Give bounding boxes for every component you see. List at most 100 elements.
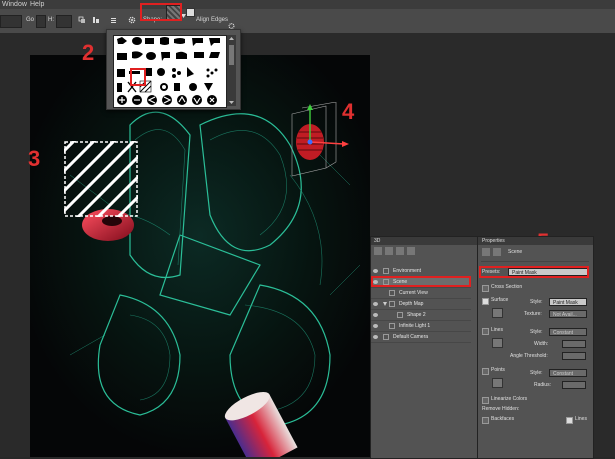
points-checkbox[interactable] [482,368,489,375]
layer-name: Infinite Light 1 [399,323,431,329]
points-style-dropdown[interactable]: Constant [549,369,587,377]
layer-row-shape-2[interactable]: Shape 2 [371,310,471,321]
lines-style-label: Style: [530,329,543,335]
align-edges-label: Align Edges [196,17,229,23]
width-field[interactable] [562,340,586,348]
path-ops-icon[interactable] [78,16,86,24]
path-arrange-icon[interactable] [110,16,118,24]
lights-filter-icon[interactable] [407,247,415,255]
light-icon [389,323,395,329]
mesh-icon [389,301,395,307]
picker-scrollbar[interactable] [227,35,236,106]
materials-filter-icon[interactable] [396,247,404,255]
points-color-swatch[interactable] [492,378,503,388]
panel-3d-tabbar: 3D [371,237,478,245]
menu-bar: Window Help [0,0,615,9]
3d-axis-widget[interactable] [286,102,350,182]
surface-style-dropdown[interactable]: Paint Mask [549,298,587,306]
angle-threshold-field[interactable] [562,352,586,360]
position-field[interactable] [0,15,22,28]
shape-oval-icon [132,37,142,45]
remove-hidden-label: Remove Hidden: [482,406,520,412]
linearize-colors-checkbox[interactable] [482,397,489,404]
layer-name: Environment [393,268,422,274]
surface-style-label: Style: [530,299,543,305]
layer-row-default-camera[interactable]: Default Camera [371,332,471,343]
cross-section-checkbox[interactable] [482,285,489,292]
height-field[interactable] [56,15,72,28]
panel-3d-title[interactable]: 3D [374,237,380,245]
lines-hidden-checkbox[interactable] [566,417,573,424]
go-label: Go [26,17,35,23]
path-align-icon[interactable] [92,16,100,24]
points-style-label: Style: [530,370,543,376]
whole-scene-filter-icon[interactable] [374,247,382,255]
eye-icon[interactable] [373,269,378,273]
camera-icon [383,334,389,340]
camera-icon [389,290,395,296]
layer-row-depth-map[interactable]: Depth Map [371,299,471,310]
picker-gear-icon[interactable] [227,22,236,30]
cross-section-label: Cross Section [491,284,523,290]
radius-field[interactable] [562,381,586,389]
properties-header: Scene [508,249,523,255]
properties-tabbar: Properties [478,237,593,245]
eye-icon[interactable] [373,324,378,328]
backfaces-label: Backfaces [491,416,515,422]
shape-badge-icon [145,38,154,44]
width-label: Width: [534,341,549,347]
speech-bubble-icon [192,38,203,46]
angle-threshold-label: Angle Threshold: [510,353,548,359]
step-number-2: 2 [82,40,95,65]
picker-selection-highlight [130,68,146,86]
menu-window[interactable]: Window [2,0,27,9]
material-icon [397,312,403,318]
lines-label: Lines [491,327,503,333]
layer-name: Depth Map [399,301,424,307]
layer-name: Default Camera [393,334,429,340]
texture-label: Texture: [524,311,542,317]
eye-icon[interactable] [373,335,378,339]
panel-3d: 3D Environment Scene Current View Depth … [370,236,479,459]
step-number-3: 3 [28,146,41,171]
gear-icon[interactable] [128,16,136,24]
layer-row-infinite-light[interactable]: Infinite Light 1 [371,321,471,332]
scene-highlight-box [371,276,471,287]
environment-icon [383,268,389,274]
lines-style-dropdown[interactable]: Constant [549,328,587,336]
eye-icon[interactable] [373,302,378,306]
align-edges-checkbox[interactable] [186,8,195,17]
lines-checkbox[interactable] [482,328,489,335]
eye-icon[interactable] [373,313,378,317]
scene-filter-icon[interactable] [482,248,490,256]
meshes-filter-icon[interactable] [385,247,393,255]
layer-row-current-view[interactable]: Current View [371,288,471,299]
go-field[interactable] [36,15,46,28]
layer-name: Current View [399,290,428,296]
radius-label: Radius: [534,382,551,388]
layer-name: Shape 2 [407,312,426,318]
shape-splat-icon [117,37,127,44]
linearize-colors-label: Linearize Colors [491,396,528,402]
chevron-down-icon[interactable] [383,302,387,306]
presets-highlight-box [479,266,589,278]
texture-dropdown[interactable]: Not Avail... [549,310,587,318]
lines-hidden-label: Lines [575,416,587,422]
surface-checkbox[interactable] [482,298,489,305]
camera-filter-icon[interactable] [493,248,501,256]
menu-help[interactable]: Help [30,0,44,9]
custom-shape-picker [106,22,241,110]
step-number-4: 4 [342,99,355,124]
shape-highlight-box [140,3,182,21]
lines-color-swatch[interactable] [492,338,503,348]
shape-document-icon [117,69,125,77]
backfaces-checkbox[interactable] [482,417,489,424]
surface-label: Surface [491,297,509,303]
height-label: H: [48,17,54,23]
rectangle-shape-selection[interactable] [64,141,138,217]
divider [481,261,589,262]
shape-banner-icon [160,37,169,45]
points-label: Points [491,367,505,373]
properties-title[interactable]: Properties [482,237,505,245]
surface-color-swatch[interactable] [492,308,503,318]
